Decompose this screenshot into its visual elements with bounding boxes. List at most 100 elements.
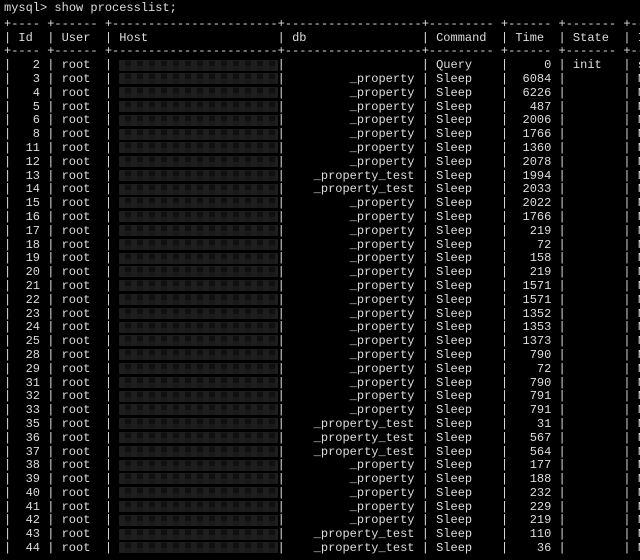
- cell-command: Sleep: [436, 528, 494, 542]
- cell-db: _property_test: [285, 183, 415, 197]
- cell-state: [573, 211, 616, 225]
- cell-id: 19: [18, 252, 40, 266]
- cell-host-redacted: [119, 446, 278, 457]
- table-row: | 28 | root | | _property | Sleep | 790 …: [4, 349, 640, 363]
- table-row: | 3 | root | | _property | Sleep | 6084 …: [4, 73, 640, 87]
- prompt-line[interactable]: mysql> show processlist;: [4, 2, 636, 16]
- cell-db: [285, 59, 415, 73]
- cell-user: root: [62, 404, 98, 418]
- table-row: | 16 | root | | _property | Sleep | 1766…: [4, 211, 640, 225]
- table-row: | 13 | root | | _property_test | Sleep |…: [4, 170, 640, 184]
- cell-id: 36: [18, 432, 40, 446]
- table-row: | 12 | root | | _property | Sleep | 2078…: [4, 156, 640, 170]
- cell-host-redacted: [119, 542, 278, 553]
- cell-host-redacted: [119, 156, 278, 167]
- table-row: | 39 | root | | _property | Sleep | 188 …: [4, 473, 640, 487]
- cell-state: [573, 183, 616, 197]
- cell-host-redacted: [119, 377, 278, 388]
- cell-command: Sleep: [436, 487, 494, 501]
- table-row: | 25 | root | | _property | Sleep | 1373…: [4, 335, 640, 349]
- cell-id: 8: [18, 128, 40, 142]
- cell-db: _property_test: [285, 170, 415, 184]
- cell-id: 25: [18, 335, 40, 349]
- cell-host-redacted: [119, 60, 278, 71]
- cell-user: root: [62, 308, 98, 322]
- cell-time: 790: [515, 349, 551, 363]
- cell-time: 1353: [515, 321, 551, 335]
- cell-state: [573, 432, 616, 446]
- cell-host-redacted: [119, 363, 278, 374]
- cell-id: 17: [18, 225, 40, 239]
- cell-id: 6: [18, 114, 40, 128]
- cell-time: 2022: [515, 197, 551, 211]
- table-row: | 19 | root | | _property | Sleep | 158 …: [4, 252, 640, 266]
- cell-user: root: [62, 128, 98, 142]
- cell-user: root: [62, 170, 98, 184]
- cell-time: 1373: [515, 335, 551, 349]
- cell-host-redacted: [119, 322, 278, 333]
- cell-command: Sleep: [436, 114, 494, 128]
- prompt-command: show processlist;: [54, 1, 176, 15]
- table-row: | 38 | root | | _property | Sleep | 177 …: [4, 459, 640, 473]
- cell-command: Sleep: [436, 501, 494, 515]
- cell-command: Sleep: [436, 294, 494, 308]
- cell-command: Sleep: [436, 514, 494, 528]
- cell-user: root: [62, 101, 98, 115]
- ascii-border-mid: +---- +------ +----------------------- +…: [4, 45, 640, 59]
- cell-time: 219: [515, 225, 551, 239]
- cell-state: [573, 308, 616, 322]
- cell-time: 0: [515, 59, 551, 73]
- table-row: | 23 | root | | _property | Sleep | 1352…: [4, 308, 640, 322]
- cell-time: 2006: [515, 114, 551, 128]
- table-row: | 5 | root | | _property | Sleep | 487 |…: [4, 101, 640, 115]
- cell-command: Sleep: [436, 170, 494, 184]
- cell-state: init: [573, 59, 616, 73]
- cell-user: root: [62, 528, 98, 542]
- cell-id: 42: [18, 514, 40, 528]
- cell-command: Sleep: [436, 473, 494, 487]
- cell-command: Sleep: [436, 321, 494, 335]
- cell-state: [573, 377, 616, 391]
- cell-command: Sleep: [436, 377, 494, 391]
- cell-id: 44: [18, 542, 40, 556]
- cell-db: _property_test: [285, 528, 415, 542]
- cell-db: _property: [285, 101, 415, 115]
- table-row: | 32 | root | | _property | Sleep | 791 …: [4, 390, 640, 404]
- cell-state: [573, 142, 616, 156]
- cell-user: root: [62, 280, 98, 294]
- cell-command: Sleep: [436, 225, 494, 239]
- cell-time: 229: [515, 501, 551, 515]
- table-row: | 24 | root | | _property | Sleep | 1353…: [4, 321, 640, 335]
- cell-id: 23: [18, 308, 40, 322]
- cell-host-redacted: [119, 101, 278, 112]
- cell-db: _property: [285, 73, 415, 87]
- cell-user: root: [62, 349, 98, 363]
- cell-state: [573, 114, 616, 128]
- cell-time: 790: [515, 377, 551, 391]
- cell-db: _property: [285, 114, 415, 128]
- col-db: db: [292, 32, 422, 46]
- cell-id: 39: [18, 473, 40, 487]
- table-row: | 21 | root | | _property | Sleep | 1571…: [4, 280, 640, 294]
- cell-state: [573, 487, 616, 501]
- col-command: Command: [436, 32, 494, 46]
- cell-user: root: [62, 252, 98, 266]
- cell-host-redacted: [119, 253, 278, 264]
- cell-db: _property_test: [285, 446, 415, 460]
- cell-db: _property: [285, 128, 415, 142]
- cell-user: root: [62, 211, 98, 225]
- cell-state: [573, 280, 616, 294]
- cell-db: _property: [285, 473, 415, 487]
- cell-command: Sleep: [436, 73, 494, 87]
- cell-state: [573, 128, 616, 142]
- cell-user: root: [62, 487, 98, 501]
- table-row: | 22 | root | | _property | Sleep | 1571…: [4, 294, 640, 308]
- cell-time: 72: [515, 239, 551, 253]
- table-row: | 36 | root | | _property_test | Sleep |…: [4, 432, 640, 446]
- cell-host-redacted: [119, 266, 278, 277]
- table-row: | 17 | root | | _property | Sleep | 219 …: [4, 225, 640, 239]
- cell-id: 20: [18, 266, 40, 280]
- cell-id: 21: [18, 280, 40, 294]
- cell-state: [573, 294, 616, 308]
- cell-id: 28: [18, 349, 40, 363]
